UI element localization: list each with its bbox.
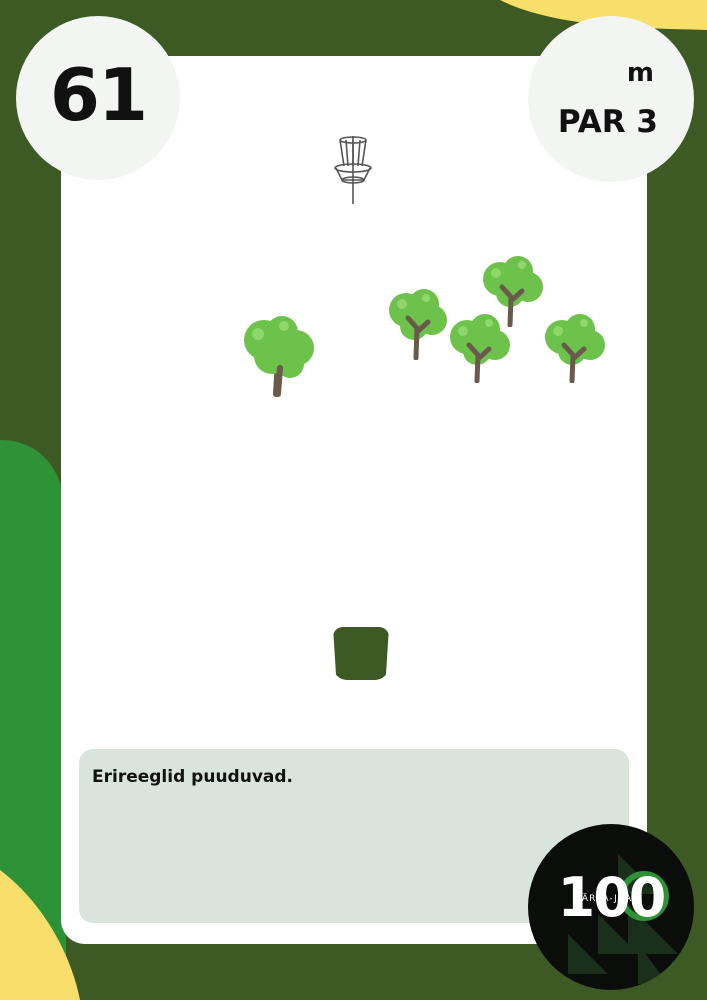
- special-rules-text: Erireeglid puuduvad.: [92, 767, 294, 787]
- disc-golf-basket-icon: [334, 136, 372, 204]
- jarva-jaani-logo: 100 JÄRVA-JAANI: [528, 824, 694, 990]
- tree-icon: [450, 314, 510, 383]
- tee-pad-icon: [333, 627, 389, 680]
- tree-icon: [389, 289, 447, 360]
- tree-icon: [244, 316, 314, 397]
- hole-number-badge: 61: [16, 16, 180, 180]
- par-label: PAR 3: [557, 104, 658, 140]
- tree-icon: [545, 314, 605, 383]
- logo-name: JÄRVA-JAANI: [578, 894, 644, 904]
- distance-unit: m: [626, 58, 654, 88]
- hole-info-badge: m PAR 3: [528, 16, 694, 182]
- hole-number: 61: [49, 53, 148, 137]
